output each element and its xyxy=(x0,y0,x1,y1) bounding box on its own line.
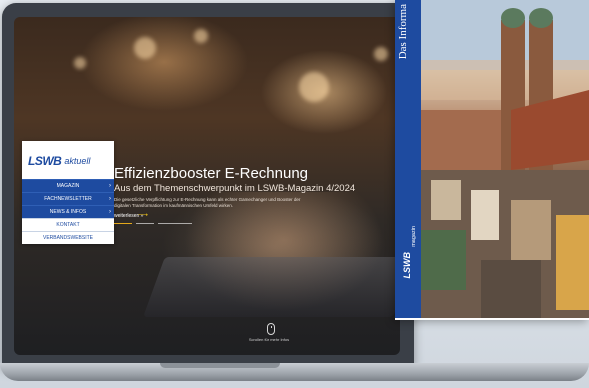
mouse-scroll-icon xyxy=(267,323,275,335)
slide-indicator-active[interactable] xyxy=(114,223,132,224)
magazine-logo: LSWB xyxy=(402,252,412,279)
nav-item-fachnewsletter[interactable]: FACHNEWSLETTER › xyxy=(22,192,114,205)
nav-item-magazin[interactable]: MAGAZIN › xyxy=(22,179,114,192)
nav-item-label: MAGAZIN xyxy=(56,183,80,189)
right-tower-dome xyxy=(529,8,553,28)
laptop-screen: LSWB aktuell MAGAZIN › FACHNEWSLETTER › … xyxy=(14,17,400,355)
laptop-base xyxy=(0,363,589,381)
munich-city-illustration xyxy=(421,0,589,318)
magazine-logo-block: magazin LSWB xyxy=(399,224,419,294)
slide-indicator[interactable] xyxy=(158,223,192,224)
magazine-spine-text: Das Informa xyxy=(397,4,409,60)
street-buildings xyxy=(481,260,541,318)
chevron-right-icon: › xyxy=(109,183,111,189)
scroll-hint: Scrollen für mehr Infos xyxy=(248,337,290,342)
building-facade xyxy=(511,200,551,260)
chevron-right-icon: › xyxy=(109,196,111,202)
slide-indicator[interactable] xyxy=(136,223,154,224)
lswb-aktuell-logo[interactable]: LSWB aktuell xyxy=(22,141,114,179)
nav-item-label: NEWS & INFOS xyxy=(49,209,87,215)
nav-item-label: KONTAKT xyxy=(56,222,80,228)
bokeh-light xyxy=(134,37,156,59)
hero-title: Effizienzbooster E-Rechnung xyxy=(114,165,309,182)
nav-item-kontakt[interactable]: KONTAKT xyxy=(22,218,114,231)
building-facade xyxy=(471,190,499,240)
logo-suffix: aktuell xyxy=(64,156,91,166)
laptop-frame: LSWB aktuell MAGAZIN › FACHNEWSLETTER › … xyxy=(2,3,414,369)
left-tower-dome xyxy=(501,8,525,28)
magazine-cover: Das Informa magazin LSWB xyxy=(395,0,589,320)
building-facade xyxy=(431,180,461,220)
nav-item-label: FACHNEWSLETTER xyxy=(44,196,92,202)
bokeh-light xyxy=(74,57,86,69)
magazine-spine: Das Informa magazin LSWB xyxy=(395,0,421,318)
slider-indicators xyxy=(114,223,194,225)
trees xyxy=(421,230,466,290)
logo-brand: LSWB xyxy=(28,154,62,168)
bokeh-light xyxy=(299,72,329,102)
munich-skyline-photo xyxy=(421,0,589,318)
hero-description: Die gesetzliche Verpflichtung zur E-Rech… xyxy=(114,197,301,208)
bokeh-light xyxy=(374,47,388,61)
nav-item-verbandswebsite[interactable]: VERBANDSWEBSITE xyxy=(22,231,114,244)
laptop-base-notch xyxy=(160,363,280,368)
arrow-right-icon: ⟶ xyxy=(138,212,149,219)
magazine-label: magazin xyxy=(411,226,417,247)
hero-subtitle: Aus dem Themenschwerpunkt im LSWB-Magazi… xyxy=(114,183,356,194)
background-keyboard xyxy=(143,257,400,317)
site-navigation: LSWB aktuell MAGAZIN › FACHNEWSLETTER › … xyxy=(22,141,114,244)
nav-item-news-infos[interactable]: NEWS & INFOS › xyxy=(22,205,114,218)
chevron-right-icon: › xyxy=(109,209,111,215)
nav-item-label: VERBANDSWEBSITE xyxy=(42,235,93,241)
yellow-building xyxy=(556,215,589,310)
bokeh-light xyxy=(194,29,208,43)
